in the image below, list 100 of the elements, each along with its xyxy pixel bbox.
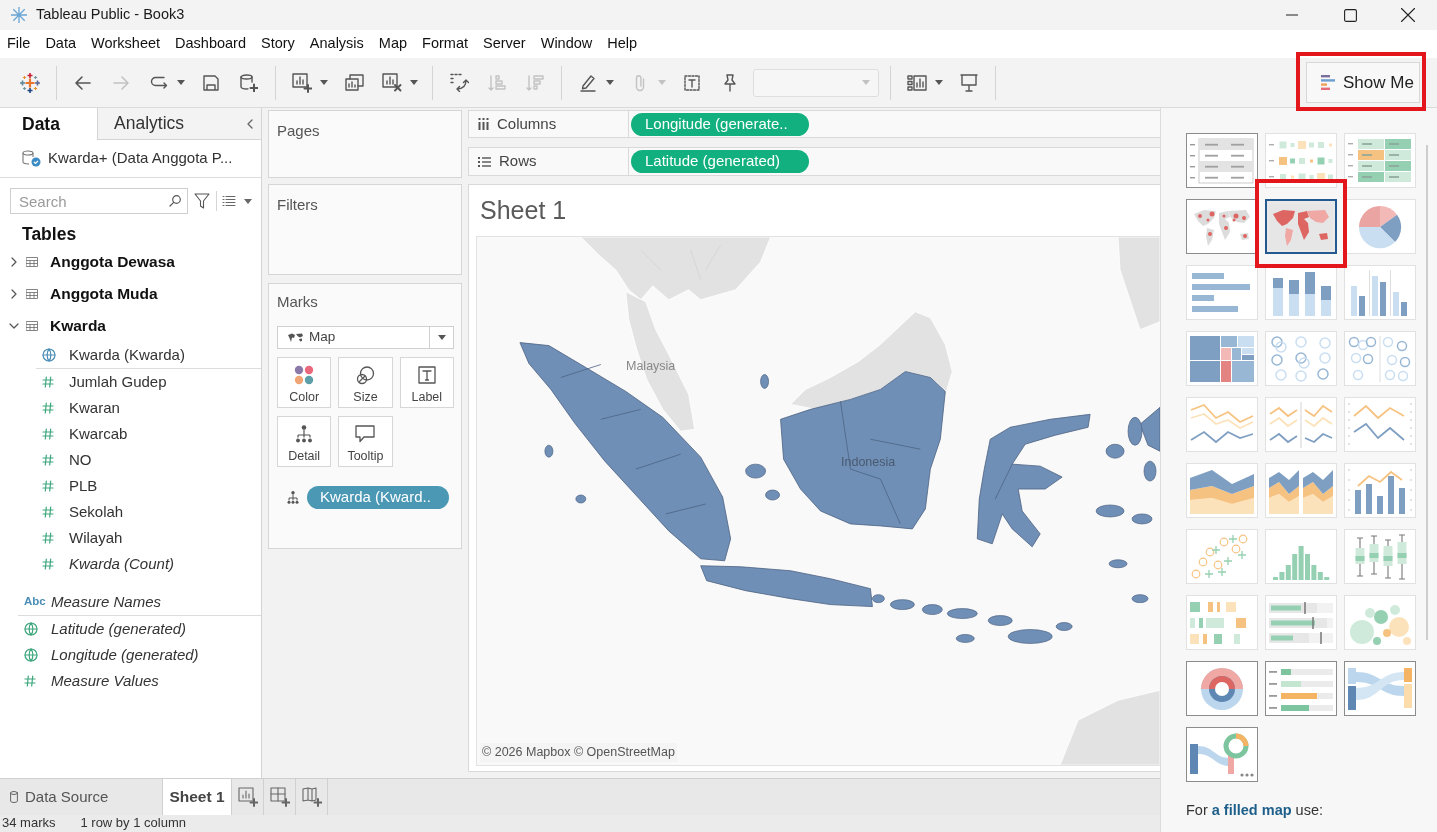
menu-item[interactable]: Map: [378, 33, 408, 55]
sheet-tab[interactable]: Sheet 1: [162, 779, 232, 815]
field-item[interactable]: Jumlah Gudep: [0, 369, 261, 395]
field-item[interactable]: Latitude (generated): [0, 616, 261, 642]
field-item[interactable]: Kwarcab: [0, 421, 261, 447]
area-chart-icon: [1190, 467, 1254, 514]
menu-item[interactable]: Window: [540, 33, 593, 55]
menu-item[interactable]: Analysis: [309, 33, 364, 55]
split-line-chart-icon: [1269, 401, 1333, 448]
dual-line-chart-icon: [1348, 401, 1412, 448]
sheet-tab[interactable]: Data Source: [0, 779, 162, 815]
chart-x-icon: [382, 73, 402, 92]
map-label: Malaysia: [626, 358, 676, 375]
chart-type-button[interactable]: [1186, 727, 1258, 782]
field-item[interactable]: Wilayah: [0, 525, 261, 551]
menu-item[interactable]: Story: [261, 33, 295, 55]
marks-property-button[interactable]: Size: [338, 357, 393, 408]
database-plus-icon: [240, 73, 258, 92]
circles-icon: [355, 365, 376, 385]
save-icon: [203, 74, 219, 91]
search-field[interactable]: Search: [10, 188, 188, 214]
menu-item[interactable]: Dashboard: [175, 33, 246, 55]
data-source-item[interactable]: Kwarda+ (Data Anggota P...: [22, 147, 233, 170]
menu-item[interactable]: Server: [483, 33, 526, 55]
arrow-right-icon: [113, 75, 129, 90]
chart-view-icon: [907, 74, 927, 91]
chart-type-button[interactable]: [1186, 133, 1258, 188]
text-table-icon: [1190, 137, 1254, 184]
menu-item[interactable]: File: [7, 33, 31, 55]
card-title: Marks: [277, 292, 319, 311]
table-icon: [26, 321, 38, 331]
columns-icon: [478, 118, 489, 130]
horizontal-bars-icon: [1321, 75, 1335, 90]
caret-down-icon: [935, 80, 943, 85]
abc-label: Abc: [24, 594, 46, 610]
duplicate-chart-icon: [344, 74, 364, 91]
field-item[interactable]: Kwarda (Kwarda): [0, 342, 261, 368]
chart-type-button[interactable]: [1265, 661, 1337, 716]
section-heading: Tables: [21, 222, 78, 246]
marks-property-button[interactable]: Tooltip: [338, 416, 393, 467]
filter-icon: [194, 193, 210, 209]
sheet-title: Sheet 1: [480, 194, 567, 226]
chart-type-button[interactable]: [1186, 199, 1258, 254]
card-title: Filters: [277, 196, 318, 213]
book-plus-icon: [301, 787, 322, 807]
show-me-button[interactable]: Show Me: [1306, 62, 1420, 103]
collapse-button[interactable]: [239, 108, 261, 140]
bullet-graph-icon: [1269, 599, 1333, 646]
menu-item[interactable]: Format: [422, 33, 468, 55]
table-item[interactable]: Kwarda: [0, 310, 261, 342]
field-item[interactable]: Abc Measure Names: [0, 589, 261, 615]
field-item[interactable]: Sekolah: [0, 499, 261, 525]
field-item[interactable]: NO: [0, 447, 261, 473]
text-box-icon: [417, 366, 436, 384]
window-title: Tableau Public - Book3: [36, 5, 185, 25]
table-item[interactable]: Anggota Dewasa: [0, 246, 261, 278]
paperclip-icon: [634, 73, 646, 92]
field-item[interactable]: Kwarda (Count): [0, 551, 261, 577]
bar-and-line-icon: [1348, 467, 1412, 514]
chart-plus-icon: [237, 787, 258, 807]
card-title: Pages: [277, 122, 320, 139]
highlight-table-icon: [1348, 137, 1412, 184]
minimize-icon: [1286, 14, 1298, 16]
chart-type-button[interactable]: [1265, 199, 1337, 254]
marks-property-button[interactable]: Color: [277, 357, 332, 408]
menu-item[interactable]: Data: [45, 33, 76, 55]
hierarchy-icon: [287, 491, 299, 504]
sort-descending-icon: [526, 74, 544, 91]
sankey-icon: [1348, 665, 1412, 712]
map-attribution: © 2026 Mapbox © OpenStreetMap: [480, 743, 677, 762]
marks-property-button[interactable]: Label: [399, 357, 454, 408]
menu-item[interactable]: Help: [607, 33, 638, 55]
table-icon: [26, 257, 38, 267]
caret-down-icon: [320, 80, 328, 85]
database-icon: [10, 791, 18, 803]
menu-item[interactable]: Worksheet: [91, 33, 161, 55]
field-item[interactable]: Longitude (generated): [0, 642, 261, 668]
field-item[interactable]: PLB: [0, 473, 261, 499]
caret-down-icon: [862, 80, 870, 85]
table-icon: [26, 289, 38, 299]
hint-text: For a filled map use:: [1186, 801, 1324, 820]
chevron-left-icon: [247, 118, 253, 129]
table-item[interactable]: Anggota Muda: [0, 278, 261, 310]
chart-type-button[interactable]: [1186, 661, 1258, 716]
treemap-icon: [1190, 335, 1254, 382]
caret-down-icon: [606, 80, 614, 85]
shelf-label: Rows: [499, 151, 537, 172]
caret-down-icon: [437, 335, 446, 340]
chart-type-button[interactable]: [1344, 661, 1416, 716]
loop-arrow-icon: [150, 75, 168, 90]
marks-property-button[interactable]: Detail: [277, 416, 332, 467]
app-icon: [11, 7, 27, 23]
field-item[interactable]: Measure Values: [0, 668, 261, 694]
mark-type-dropdown[interactable]: Map: [277, 326, 454, 349]
search-icon: [169, 195, 181, 207]
list-view-icon: [222, 195, 236, 207]
field-item[interactable]: Kwaran: [0, 395, 261, 421]
pane-tab[interactable]: Analytics: [97, 108, 239, 140]
shelf-label: Columns: [497, 113, 557, 134]
pen-icon: [580, 73, 596, 92]
